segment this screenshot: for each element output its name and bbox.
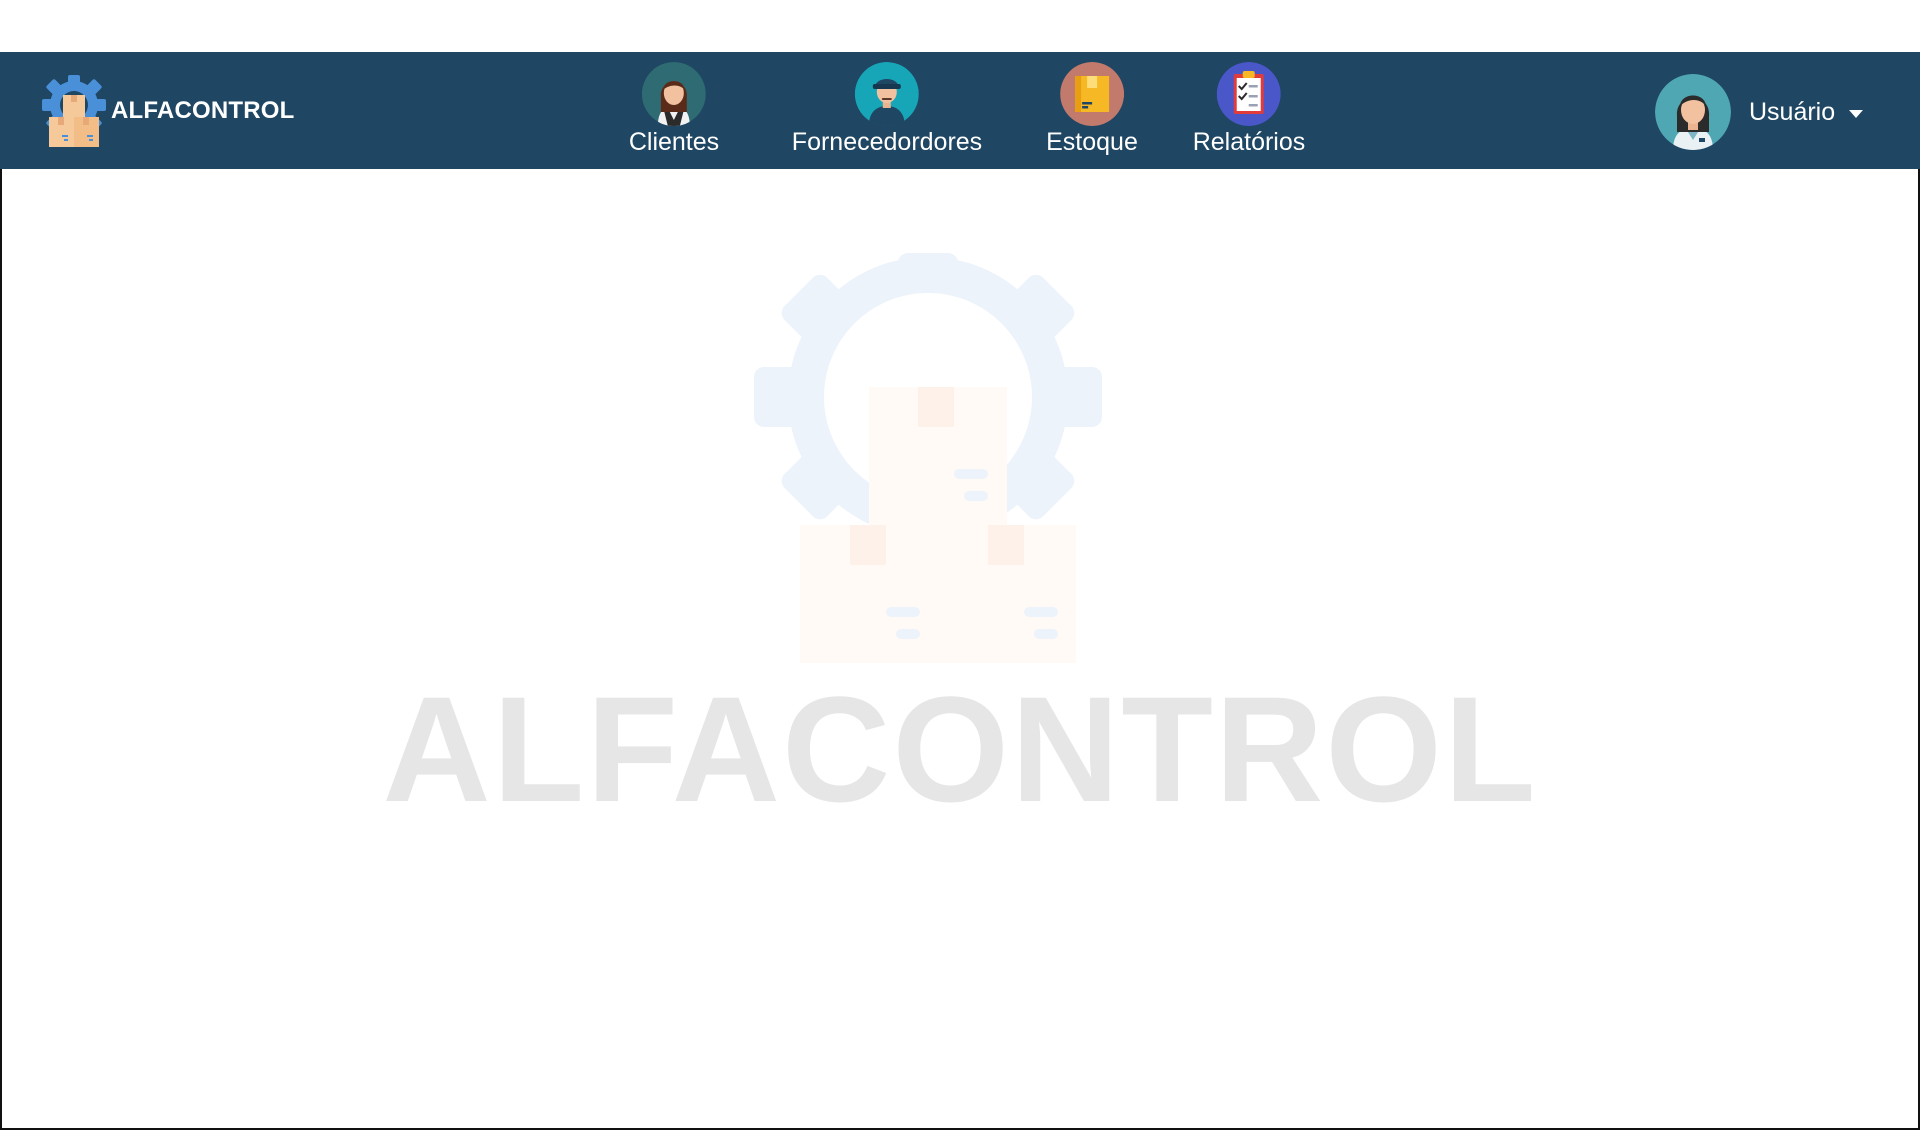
box-stock-icon [1060,62,1124,126]
supplier-man-avatar-icon [854,62,919,126]
clipboard-report-icon [1217,62,1281,126]
caret-down-icon [1849,110,1864,118]
nav-label-relatorios: Relatórios [1192,128,1306,156]
gear-watermark-icon [754,253,1102,663]
top-navbar: ALFACONTROL Clientes Fornecedordores Est… [0,52,1920,170]
nav-label-estoque: Estoque [1046,128,1138,156]
brand-link[interactable]: ALFACONTROL [40,73,295,149]
main-content: ALFACONTROL [0,169,1920,1130]
user-name: Usuário [1749,97,1836,126]
gear-logo-icon [42,75,106,147]
user-woman-avatar-icon [1655,74,1731,150]
watermark-title: ALFACONTROL [382,665,1538,833]
nav-item-clientes[interactable]: Clientes [629,62,719,157]
client-woman-avatar-icon [641,62,706,126]
nav-item-relatorios[interactable]: Relatórios [1192,62,1306,157]
nav-item-estoque[interactable]: Estoque [1046,62,1138,157]
nav-label-fornecedores: Fornecedordores [791,128,983,156]
brand-name: ALFACONTROL [111,97,295,124]
user-menu[interactable]: Usuário [1655,74,1864,150]
nav-label-clientes: Clientes [628,128,720,156]
page: ALFACONTROL Clientes Fornecedordores Est… [0,0,1920,1132]
nav-item-fornecedores[interactable]: Fornecedordores [792,62,982,157]
